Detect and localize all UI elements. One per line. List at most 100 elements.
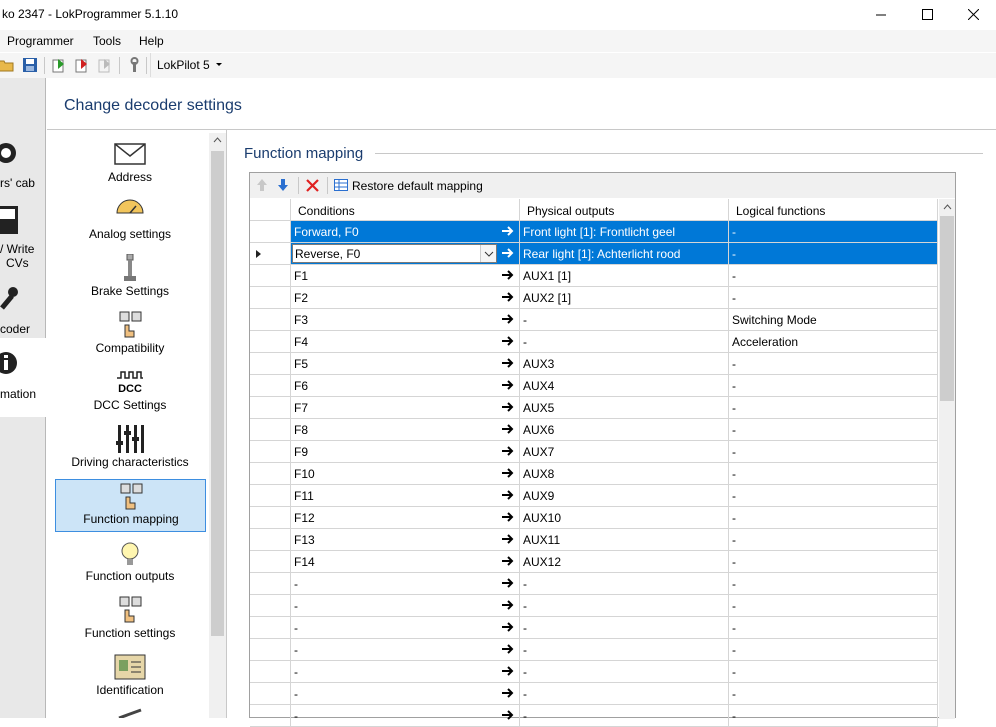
table-row[interactable]: Forward, F0 Front light [1]: Frontlicht g… (250, 221, 938, 243)
table-row[interactable]: Reverse, F0 Rear light [1]: Achterlicht r… (250, 243, 938, 265)
row-header[interactable] (250, 243, 291, 265)
logical-functions-cell[interactable]: - (729, 265, 938, 287)
physical-outputs-cell[interactable]: AUX6 (520, 419, 729, 441)
table-row[interactable]: F13 AUX11 - (250, 529, 938, 551)
physical-outputs-cell[interactable]: - (520, 595, 729, 617)
table-row[interactable]: --- (250, 639, 938, 661)
logical-functions-cell[interactable]: - (729, 507, 938, 529)
conditions-cell[interactable]: - (291, 661, 520, 683)
row-header[interactable] (250, 507, 291, 529)
physical-outputs-cell[interactable]: - (520, 331, 729, 353)
conditions-editor[interactable]: Reverse, F0 (292, 244, 497, 263)
conditions-cell[interactable]: F14 (291, 551, 520, 573)
logical-functions-cell[interactable]: - (729, 705, 938, 727)
table-row[interactable]: --- (250, 617, 938, 639)
category-function-settings[interactable]: Function settings (55, 596, 205, 648)
save-icon[interactable] (22, 57, 38, 73)
read-icon[interactable] (51, 57, 67, 73)
logical-functions-cell[interactable]: - (729, 661, 938, 683)
physical-outputs-cell[interactable]: AUX8 (520, 463, 729, 485)
conditions-cell[interactable]: F4 (291, 331, 520, 353)
table-row[interactable]: --- (250, 683, 938, 705)
conditions-cell[interactable]: - (291, 705, 520, 727)
grid-scrollbar-thumb[interactable] (940, 216, 954, 401)
category-function-outputs[interactable]: Function outputs (55, 539, 205, 591)
category-scrollbar-thumb[interactable] (211, 151, 224, 636)
physical-outputs-cell[interactable]: AUX7 (520, 441, 729, 463)
row-header[interactable] (250, 265, 291, 287)
logical-functions-cell[interactable]: - (729, 221, 938, 243)
column-conditions[interactable]: Conditions (291, 199, 520, 221)
column-logical-functions[interactable]: Logical functions (729, 199, 938, 221)
left-nav-drivers-cab[interactable]: rs' cab (0, 176, 35, 190)
open-folder-icon[interactable] (0, 57, 14, 73)
table-row[interactable]: --- (250, 705, 938, 727)
row-header[interactable] (250, 221, 291, 243)
row-header[interactable] (250, 441, 291, 463)
logical-functions-cell[interactable]: - (729, 595, 938, 617)
logical-functions-cell[interactable]: Switching Mode (729, 309, 938, 331)
table-row[interactable]: F5 AUX3 - (250, 353, 938, 375)
logical-functions-cell[interactable]: - (729, 287, 938, 309)
logical-functions-cell[interactable]: - (729, 441, 938, 463)
logical-functions-cell[interactable]: - (729, 551, 938, 573)
wrench-icon[interactable] (126, 57, 142, 73)
table-row[interactable]: F2 AUX2 [1] - (250, 287, 938, 309)
scroll-up-icon[interactable] (943, 204, 952, 210)
physical-outputs-cell[interactable]: - (520, 617, 729, 639)
conditions-cell[interactable]: - (291, 683, 520, 705)
physical-outputs-cell[interactable]: Front light [1]: Frontlicht geel (520, 221, 729, 243)
row-header[interactable] (250, 375, 291, 397)
conditions-cell[interactable]: - (291, 573, 520, 595)
physical-outputs-cell[interactable]: - (520, 309, 729, 331)
logical-functions-cell[interactable]: - (729, 573, 938, 595)
row-header[interactable] (250, 705, 291, 727)
category-address[interactable]: Address (55, 140, 205, 192)
category-compatibility[interactable]: Compatibility (55, 311, 205, 363)
logical-functions-cell[interactable]: - (729, 639, 938, 661)
category-identification[interactable]: Identification (55, 653, 205, 705)
write-icon[interactable] (74, 57, 90, 73)
row-header[interactable] (250, 309, 291, 331)
row-header[interactable] (250, 331, 291, 353)
physical-outputs-cell[interactable]: - (520, 573, 729, 595)
row-header[interactable] (250, 287, 291, 309)
table-row[interactable]: --- (250, 573, 938, 595)
grid-scrollbar[interactable] (939, 199, 955, 719)
row-header[interactable] (250, 573, 291, 595)
logical-functions-cell[interactable]: - (729, 485, 938, 507)
physical-outputs-cell[interactable]: - (520, 661, 729, 683)
physical-outputs-cell[interactable]: AUX5 (520, 397, 729, 419)
category-analog-settings[interactable]: Analog settings (55, 197, 205, 249)
row-header[interactable] (250, 617, 291, 639)
conditions-cell[interactable]: F1 (291, 265, 520, 287)
table-row[interactable]: F11 AUX9 - (250, 485, 938, 507)
logical-functions-cell[interactable]: - (729, 529, 938, 551)
conditions-cell[interactable]: F13 (291, 529, 520, 551)
logical-functions-cell[interactable]: - (729, 397, 938, 419)
table-row[interactable]: --- (250, 595, 938, 617)
conditions-cell[interactable]: F3 (291, 309, 520, 331)
row-header[interactable] (250, 419, 291, 441)
physical-outputs-cell[interactable]: - (520, 705, 729, 727)
logical-functions-cell[interactable]: - (729, 617, 938, 639)
left-nav-read-write-cvs[interactable]: / Write CVs (0, 242, 34, 270)
row-header[interactable] (250, 683, 291, 705)
conditions-cell[interactable]: - (291, 639, 520, 661)
physical-outputs-cell[interactable]: AUX4 (520, 375, 729, 397)
conditions-cell[interactable]: - (291, 595, 520, 617)
left-nav-information[interactable]: mation (0, 387, 36, 401)
chevron-down-icon[interactable] (480, 245, 496, 262)
maximize-button[interactable] (904, 0, 950, 28)
menu-programmer[interactable]: Programmer (7, 34, 74, 48)
move-down-icon[interactable] (277, 178, 289, 192)
physical-outputs-cell[interactable]: AUX9 (520, 485, 729, 507)
physical-outputs-cell[interactable]: AUX2 [1] (520, 287, 729, 309)
conditions-cell[interactable]: F10 (291, 463, 520, 485)
conditions-cell[interactable]: F5 (291, 353, 520, 375)
physical-outputs-cell[interactable]: - (520, 639, 729, 661)
conditions-cell[interactable]: F6 (291, 375, 520, 397)
physical-outputs-cell[interactable]: AUX11 (520, 529, 729, 551)
decoder-type-dropdown[interactable]: LokPilot 5 (150, 53, 230, 77)
write-disabled-icon[interactable] (97, 57, 113, 73)
